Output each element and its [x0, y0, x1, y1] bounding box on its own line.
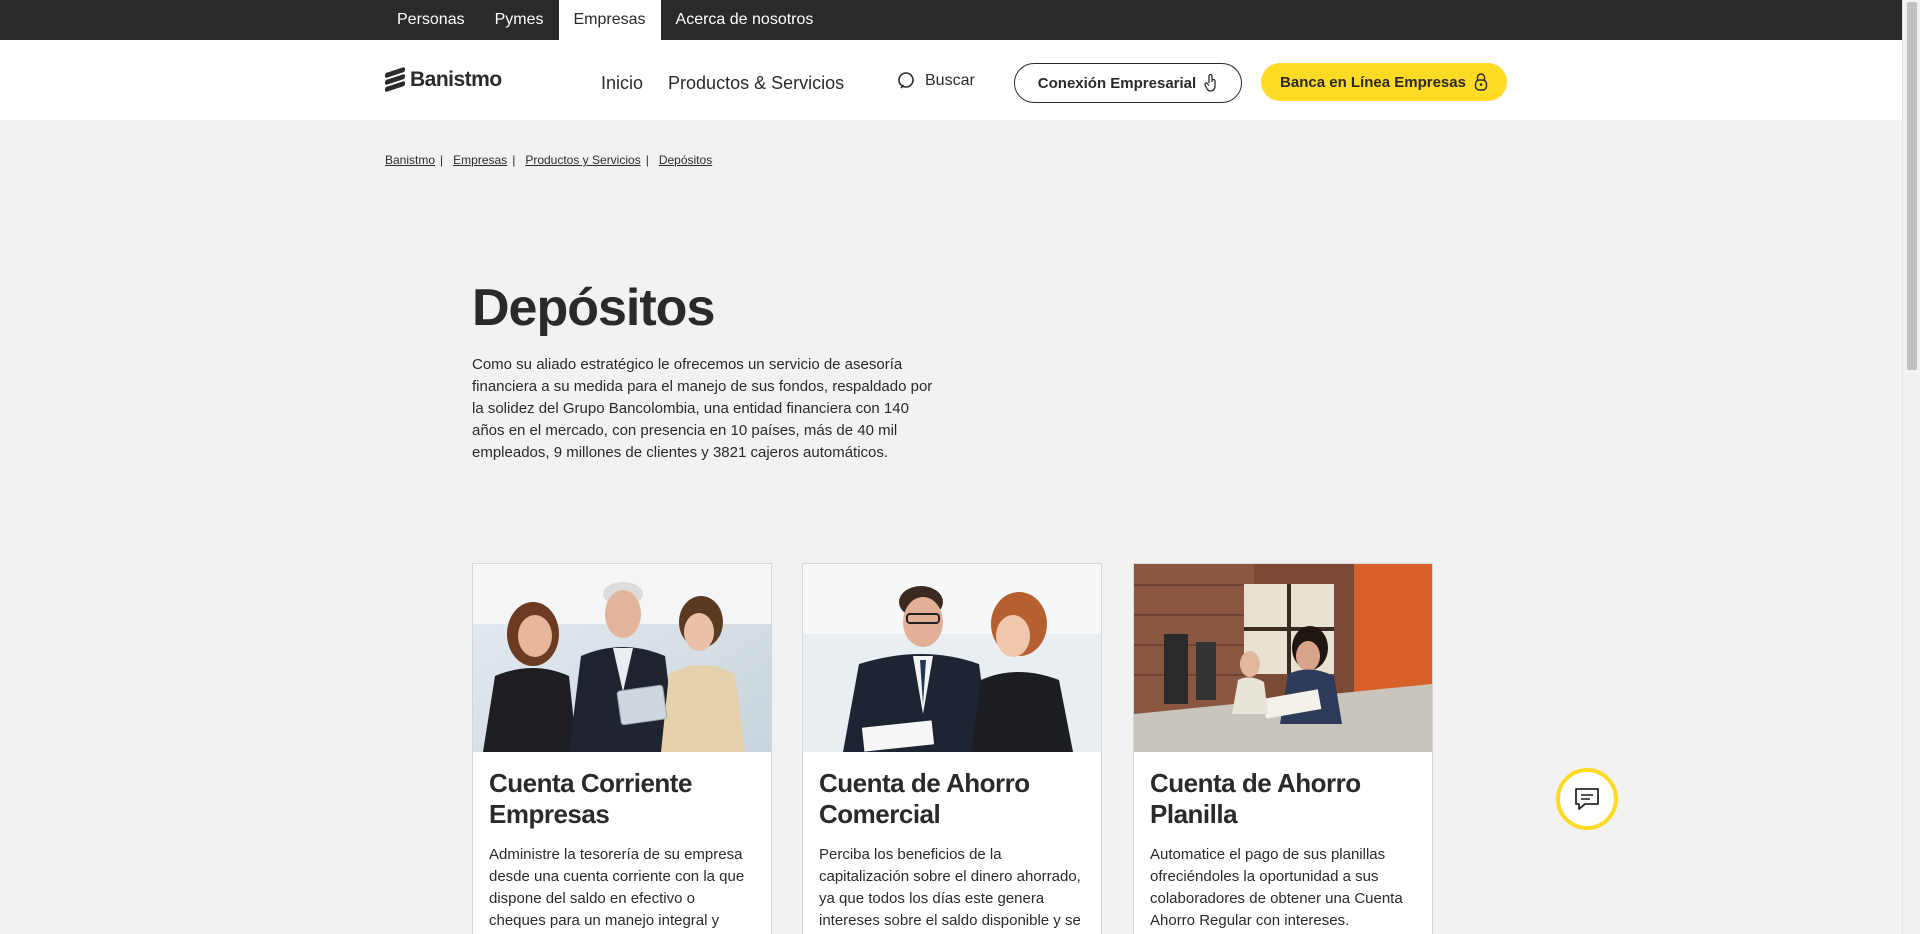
search-icon — [898, 72, 914, 89]
nav-inicio[interactable]: Inicio — [601, 73, 643, 94]
segment-tab-empresas[interactable]: Empresas — [558, 0, 661, 40]
card-image-business-team — [473, 564, 771, 752]
card-image-business-meeting — [803, 564, 1101, 752]
main-header: Banistmo Inicio Productos & Servicios Bu… — [0, 40, 1902, 120]
product-card-ahorro-planilla[interactable]: Cuenta de Ahorro Planilla Automatice el … — [1133, 563, 1433, 934]
chat-icon — [1575, 788, 1599, 810]
logo-icon — [385, 66, 405, 93]
segment-tab-acerca[interactable]: Acerca de nosotros — [661, 0, 829, 40]
breadcrumb-separator: | — [645, 153, 649, 167]
page-description: Como su aliado estratégico le ofrecemos … — [472, 356, 933, 461]
breadcrumb-separator: | — [440, 153, 444, 167]
breadcrumb: Banistmo | Empresas | Productos y Servicio… — [385, 153, 712, 167]
breadcrumb-depositos[interactable]: Depósitos — [659, 153, 712, 167]
lock-icon — [1474, 73, 1488, 91]
card-title: Cuenta Corriente Empresas — [489, 768, 692, 829]
breadcrumb-separator: | — [512, 153, 516, 167]
breadcrumb-banistmo[interactable]: Banistmo — [385, 153, 435, 167]
chat-button[interactable] — [1556, 768, 1618, 830]
banca-en-linea-button[interactable]: Banca en Línea Empresas — [1261, 63, 1507, 101]
conexion-empresarial-button[interactable]: Conexión Empresarial — [1014, 63, 1242, 103]
segment-tab-personas[interactable]: Personas — [382, 0, 480, 40]
page-scrollbar[interactable] — [1902, 0, 1920, 934]
card-image-office-workers — [1134, 564, 1432, 752]
card-description: Perciba los beneficios de la capitalizac… — [819, 846, 1081, 929]
card-title: Cuenta de Ahorro Planilla — [1150, 768, 1361, 829]
segment-bar: Personas Pymes Empresas Acerca de nosotr… — [0, 0, 1902, 40]
product-card-cuenta-corriente[interactable]: Cuenta Corriente Empresas Administre la … — [472, 563, 772, 934]
main-nav: Inicio Productos & Servicios — [601, 73, 844, 94]
card-title: Cuenta de Ahorro Comercial — [819, 768, 1030, 829]
breadcrumb-productos[interactable]: Productos y Servicios — [525, 153, 640, 167]
segment-tabs: Personas Pymes Empresas Acerca de nosotr… — [382, 0, 828, 40]
banca-en-linea-label: Banca en Línea Empresas — [1280, 73, 1466, 91]
search-label: Buscar — [925, 72, 975, 89]
card-description: Automatice el pago de sus planillas ofre… — [1150, 846, 1403, 929]
card-description: Administre la tesorería de su empresa de… — [489, 846, 745, 929]
nav-productos-servicios[interactable]: Productos & Servicios — [668, 73, 844, 94]
scrollbar-thumb[interactable] — [1907, 2, 1917, 370]
conexion-empresarial-label: Conexión Empresarial — [1037, 74, 1197, 92]
breadcrumb-empresas[interactable]: Empresas — [453, 153, 507, 167]
page-title: Depósitos — [472, 279, 715, 337]
segment-tab-pymes[interactable]: Pymes — [480, 0, 559, 40]
brand-name: Banistmo — [410, 68, 502, 91]
brand-logo[interactable]: Banistmo — [385, 66, 502, 93]
search-button[interactable]: Buscar — [897, 71, 975, 91]
product-card-ahorro-comercial[interactable]: Cuenta de Ahorro Comercial Perciba los b… — [802, 563, 1102, 934]
touch-icon — [1204, 73, 1216, 92]
